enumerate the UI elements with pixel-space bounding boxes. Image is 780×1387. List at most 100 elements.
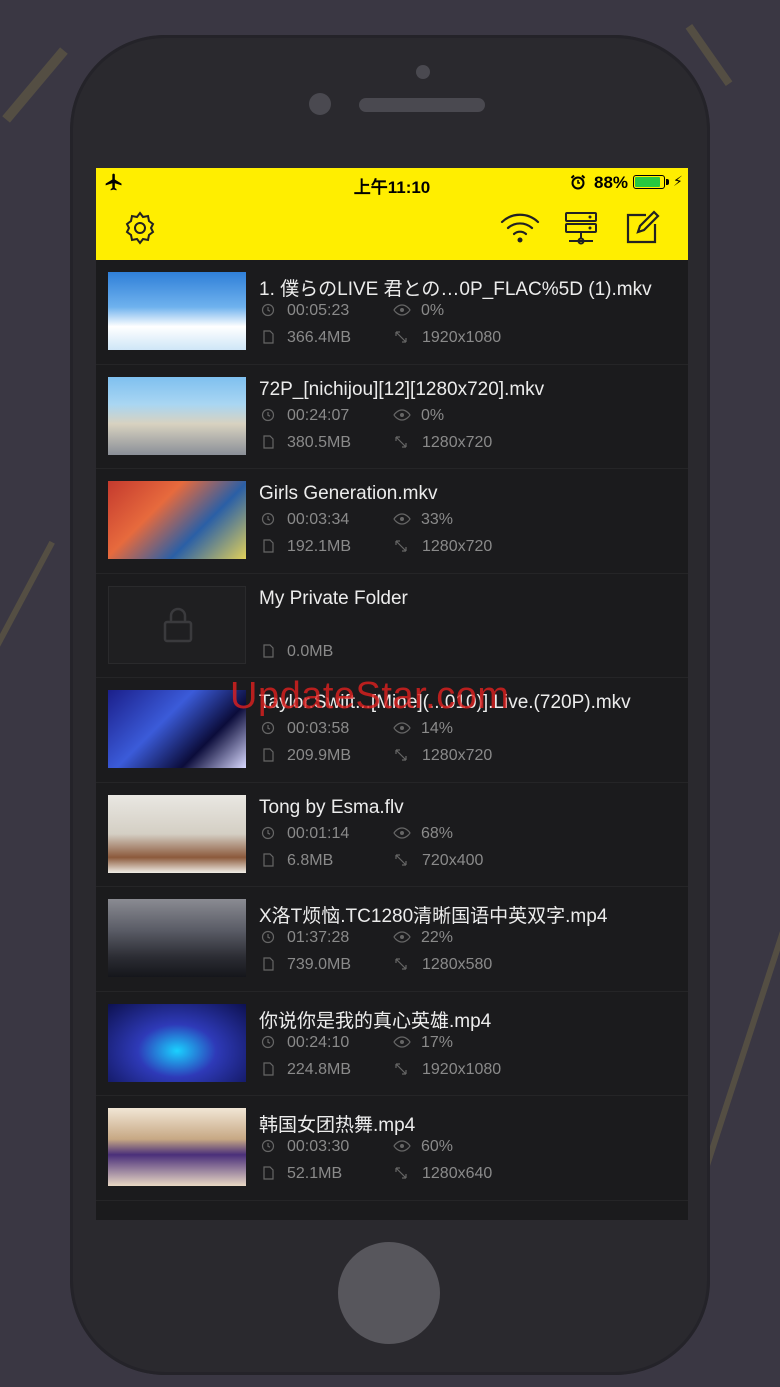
video-thumbnail [108, 272, 246, 350]
file-duration: 00:03:58 [287, 720, 350, 737]
clock-icon [261, 930, 275, 944]
video-thumbnail [108, 899, 246, 977]
video-resolution: 720x400 [422, 851, 484, 869]
eye-icon [393, 408, 411, 421]
earpiece-speaker [359, 98, 485, 112]
video-resolution: 1280x720 [422, 433, 493, 451]
alarm-icon [570, 174, 586, 190]
video-resolution: 1280x720 [422, 747, 493, 764]
charging-bolt-icon: ⚡ [673, 173, 683, 189]
watch-progress: 60% [421, 1138, 454, 1155]
watch-progress: 17% [421, 1033, 454, 1051]
file-icon [263, 748, 274, 762]
file-title: 你说你是我的真心英雄.mp4 [259, 1010, 492, 1032]
file-size: 192.1MB [287, 538, 352, 555]
watch-progress: 14% [421, 720, 454, 737]
eye-icon [393, 931, 411, 943]
file-size: 52.1MB [287, 1165, 343, 1182]
file-row[interactable]: 你说你是我的真心英雄.mp4 00:24:10 17% 224.8MB 1920… [96, 992, 688, 1096]
eye-icon [393, 826, 411, 839]
file-row[interactable]: My Private Folder 0.0MB [96, 574, 688, 678]
video-resolution: 1280x640 [422, 1165, 493, 1182]
video-resolution: 1280x720 [422, 538, 493, 555]
resize-icon [395, 1167, 407, 1179]
resize-icon [395, 331, 407, 343]
video-thumbnail [108, 1003, 246, 1082]
file-icon [263, 1061, 274, 1076]
file-title: Girls Generation.mkv [259, 483, 438, 504]
file-icon [263, 539, 274, 553]
file-icon [263, 434, 274, 449]
clock-icon [261, 1035, 275, 1048]
front-camera [416, 65, 430, 79]
lock-icon [163, 607, 193, 642]
video-thumbnail [108, 1108, 246, 1186]
gear-icon[interactable] [122, 210, 158, 246]
eye-icon [393, 304, 411, 316]
eye-icon [393, 1140, 411, 1152]
file-row[interactable]: Girls Generation.mkv 00:03:34 33% 192.1M… [96, 469, 688, 574]
clock-icon [261, 721, 275, 735]
background-stripe [2, 47, 68, 123]
file-size: 224.8MB [287, 1060, 352, 1078]
file-row[interactable]: 韩国女团热舞.mp4 00:03:30 60% 52.1MB 1280x640 [96, 1096, 688, 1201]
resize-icon [395, 1062, 407, 1075]
video-thumbnail [108, 481, 246, 559]
file-title: Tong by Esma.flv [259, 796, 404, 818]
file-duration: 00:24:10 [287, 1033, 350, 1051]
watermark: UpdateStar.com [230, 675, 510, 717]
file-title: 1. 僕らのLIVE 君との…0P_FLAC%5D (1).mkv [259, 279, 652, 300]
video-resolution: 1920x1080 [422, 329, 502, 346]
proximity-sensor [309, 93, 331, 115]
file-size: 380.5MB [287, 433, 352, 451]
file-row[interactable]: Tong by Esma.flv 00:01:14 68% 6.8MB 720x… [96, 783, 688, 887]
file-title: 韩国女团热舞.mp4 [259, 1115, 416, 1136]
file-title: X洛T烦恼.TC1280清晰国语中英双字.mp4 [259, 906, 608, 927]
file-icon [263, 852, 274, 867]
watch-progress: 0% [421, 406, 445, 424]
video-thumbnail [108, 585, 246, 664]
battery-icon [633, 175, 669, 189]
file-row[interactable]: 72P_[nichijou][12][1280x720].mkv 00:24:0… [96, 365, 688, 469]
video-resolution: 1280x580 [422, 956, 493, 973]
app-screen: 上午11:10 88% ⚡ 1. 僕らのLIVE 君との…0P_FLAC%5D … [96, 168, 688, 1220]
resize-icon [395, 435, 407, 448]
watch-progress: 33% [421, 511, 454, 528]
file-row[interactable]: 1. 僕らのLIVE 君との…0P_FLAC%5D (1).mkv 00:05:… [96, 260, 688, 365]
file-size: 366.4MB [287, 329, 352, 346]
nav-bar [96, 196, 688, 260]
server-icon[interactable] [563, 210, 599, 246]
file-duration: 00:03:30 [287, 1138, 350, 1155]
video-thumbnail [108, 690, 246, 768]
resize-icon [395, 853, 407, 866]
video-thumbnail [108, 376, 246, 455]
file-size: 739.0MB [287, 956, 352, 973]
resize-icon [395, 958, 407, 970]
status-bar: 上午11:10 88% ⚡ [96, 168, 688, 197]
clock-icon [261, 512, 275, 526]
file-duration: 00:05:23 [287, 302, 350, 319]
eye-icon [393, 722, 411, 734]
file-duration: 01:37:28 [287, 929, 350, 946]
file-size: 6.8MB [287, 851, 334, 869]
file-icon [263, 330, 274, 344]
clock-icon [261, 826, 275, 839]
clock-icon [261, 303, 275, 317]
file-title: 72P_[nichijou][12][1280x720].mkv [259, 378, 545, 400]
file-icon [263, 643, 274, 658]
file-icon [263, 1166, 274, 1180]
video-resolution: 1920x1080 [422, 1060, 502, 1078]
home-button[interactable] [338, 1242, 440, 1344]
eye-icon [393, 513, 411, 525]
clock-icon [261, 408, 275, 421]
file-row[interactable]: X洛T烦恼.TC1280清晰国语中英双字.mp4 01:37:28 22% 73… [96, 887, 688, 992]
file-duration: 00:03:34 [287, 511, 350, 528]
wifi-icon[interactable] [499, 210, 541, 246]
resize-icon [395, 749, 407, 761]
clock-icon [261, 1139, 275, 1153]
eye-icon [393, 1035, 411, 1048]
file-title: My Private Folder [259, 587, 408, 609]
file-duration: 00:24:07 [287, 406, 350, 424]
edit-icon[interactable] [624, 210, 660, 246]
video-thumbnail [108, 794, 246, 873]
